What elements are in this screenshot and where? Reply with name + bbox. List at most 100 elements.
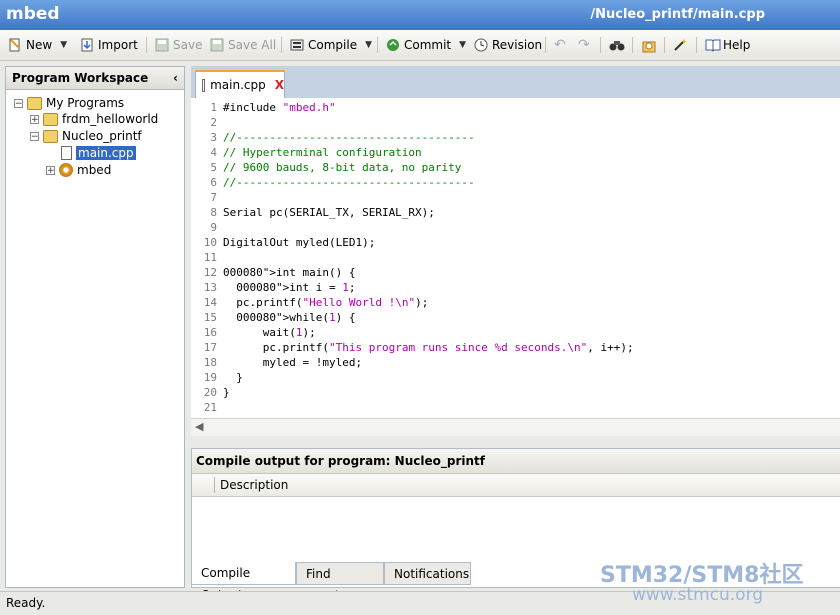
save-all-icon bbox=[210, 38, 224, 52]
output-column-header: Description bbox=[192, 474, 840, 497]
watermark-line-2: www.stmcu.org bbox=[632, 585, 764, 605]
compile-icon bbox=[290, 38, 304, 52]
save-all-button[interactable]: Save All bbox=[210, 35, 276, 55]
line-number: 7 bbox=[210, 191, 217, 204]
code-text: // 9600 bauds, 8-bit data, no parity bbox=[223, 161, 462, 174]
find-button[interactable] bbox=[609, 35, 625, 55]
undo-button[interactable]: ↶ bbox=[554, 35, 568, 55]
cpp-file-icon bbox=[61, 146, 72, 160]
redo-icon: ↷ bbox=[578, 37, 590, 53]
help-book-icon bbox=[705, 38, 721, 52]
toolbar: New ▼ Import Save Save All Compile ▼ Commi… bbox=[0, 30, 840, 61]
workspace-folder-icon bbox=[27, 96, 42, 110]
title-bar: mbed /Nucleo_printf/main.cpp bbox=[0, 0, 840, 30]
commit-dropdown-chevron-icon[interactable]: ▼ bbox=[459, 40, 466, 50]
program-folder-icon bbox=[43, 129, 58, 143]
library-gear-icon bbox=[59, 163, 73, 177]
library-icon bbox=[641, 38, 656, 53]
app-name: mbed bbox=[6, 4, 60, 24]
collapse-panel-icon[interactable]: ‹ bbox=[173, 67, 178, 89]
tab-find-results[interactable]: Find Results bbox=[296, 562, 384, 603]
code-text: //------------------------------------ bbox=[223, 131, 475, 144]
import-button[interactable]: Import bbox=[80, 35, 138, 55]
line-number: 21 bbox=[203, 401, 217, 414]
code-text: pc.printf("Hello World !\n"); bbox=[223, 296, 429, 309]
code-text: //------------------------------------ bbox=[223, 176, 475, 189]
revision-button[interactable]: Revision bbox=[474, 35, 542, 55]
new-button[interactable]: New ▼ bbox=[8, 35, 67, 55]
expand-toggle-icon[interactable]: + bbox=[46, 165, 55, 175]
line-number: 18 bbox=[203, 356, 217, 369]
line-number: 12 bbox=[203, 266, 217, 279]
line-number: 16 bbox=[203, 326, 217, 339]
tree-node-mbed[interactable]: + mbed bbox=[46, 162, 111, 178]
file-path: /Nucleo_printf/main.cpp bbox=[590, 7, 765, 22]
collapse-toggle-icon[interactable]: − bbox=[14, 98, 23, 108]
tab-main-cpp[interactable]: main.cpp X bbox=[195, 70, 285, 98]
tree-node-nucleo-printf[interactable]: − Nucleo_printf bbox=[30, 128, 142, 144]
code-text: Serial pc(SERIAL_TX, SERIAL_RX); bbox=[223, 206, 435, 219]
line-number: 11 bbox=[203, 251, 217, 264]
redo-button[interactable]: ↷ bbox=[578, 35, 592, 55]
code-text: 000080">int main() { bbox=[223, 266, 356, 279]
library-button[interactable] bbox=[641, 35, 656, 55]
scroll-left-icon[interactable]: ◀ bbox=[195, 420, 203, 433]
new-dropdown-chevron-icon[interactable]: ▼ bbox=[60, 40, 67, 50]
compile-button[interactable]: Compile ▼ bbox=[290, 35, 372, 55]
editor-tab-bar: main.cpp X bbox=[191, 66, 840, 99]
line-number: 1 bbox=[210, 101, 217, 114]
close-tab-icon[interactable]: X bbox=[275, 78, 284, 92]
workspace-header: Program Workspace ‹ bbox=[6, 67, 184, 90]
line-number: 13 bbox=[203, 281, 217, 294]
tree-node-frdm-helloworld[interactable]: + frdm_helloworld bbox=[30, 111, 158, 127]
line-number: 6 bbox=[210, 176, 217, 189]
cpp-file-icon bbox=[202, 78, 206, 92]
program-workspace-panel: Program Workspace ‹ − My Programs + frdm… bbox=[5, 66, 185, 588]
description-column[interactable]: Description bbox=[220, 478, 288, 492]
help-button[interactable]: Help bbox=[705, 35, 750, 55]
code-text: } bbox=[223, 386, 230, 399]
undo-icon: ↶ bbox=[554, 37, 566, 53]
tree-node-main-cpp[interactable]: main.cpp bbox=[61, 145, 136, 161]
tree-node-my-programs[interactable]: − My Programs bbox=[14, 95, 124, 111]
line-number: 9 bbox=[210, 221, 217, 234]
line-number: 4 bbox=[210, 146, 217, 159]
import-icon bbox=[80, 38, 94, 52]
line-number: 10 bbox=[203, 236, 217, 249]
save-icon bbox=[155, 38, 169, 52]
new-icon bbox=[8, 38, 22, 52]
line-number: 17 bbox=[203, 341, 217, 354]
tab-compile-output[interactable]: Compile Output bbox=[191, 562, 296, 602]
tab-notifications[interactable]: Notifications bbox=[384, 562, 471, 585]
commit-button[interactable]: Commit ▼ bbox=[386, 35, 466, 55]
find-icon bbox=[609, 38, 625, 52]
code-text: #include "mbed.h" bbox=[223, 101, 336, 114]
collapse-toggle-icon[interactable]: − bbox=[30, 131, 39, 141]
code-text: } bbox=[223, 371, 243, 384]
line-number: 5 bbox=[210, 161, 217, 174]
compile-dropdown-chevron-icon[interactable]: ▼ bbox=[365, 40, 372, 50]
line-number: 19 bbox=[203, 371, 217, 384]
expand-toggle-icon[interactable]: + bbox=[30, 114, 39, 124]
wand-button[interactable] bbox=[673, 35, 687, 55]
code-editor[interactable]: 1 #include "mbed.h" 2 3 //------------------… bbox=[191, 98, 840, 418]
revision-icon bbox=[474, 38, 488, 52]
save-button[interactable]: Save bbox=[155, 35, 202, 55]
commit-icon bbox=[386, 38, 400, 52]
watermark: STM32/STM8社区 www.stmcu.org bbox=[600, 557, 840, 605]
compile-output-title: Compile output for program: Nucleo_print… bbox=[192, 449, 840, 474]
wand-icon bbox=[673, 38, 687, 52]
code-text: 000080">while(1) { bbox=[236, 311, 356, 324]
program-folder-icon bbox=[43, 112, 58, 126]
workspace-title: Program Workspace bbox=[12, 71, 149, 85]
line-number: 20 bbox=[203, 386, 217, 399]
line-number: 14 bbox=[203, 296, 217, 309]
line-number: 8 bbox=[210, 206, 217, 219]
line-number: 2 bbox=[210, 116, 217, 129]
line-number: 3 bbox=[210, 131, 217, 144]
code-text: myled = !myled; bbox=[223, 356, 363, 369]
code-text: // Hyperterminal configuration bbox=[223, 146, 422, 159]
code-text: wait(1); bbox=[223, 326, 316, 339]
horizontal-scrollbar[interactable]: ◀ bbox=[191, 418, 840, 436]
line-number: 15 bbox=[203, 311, 217, 324]
